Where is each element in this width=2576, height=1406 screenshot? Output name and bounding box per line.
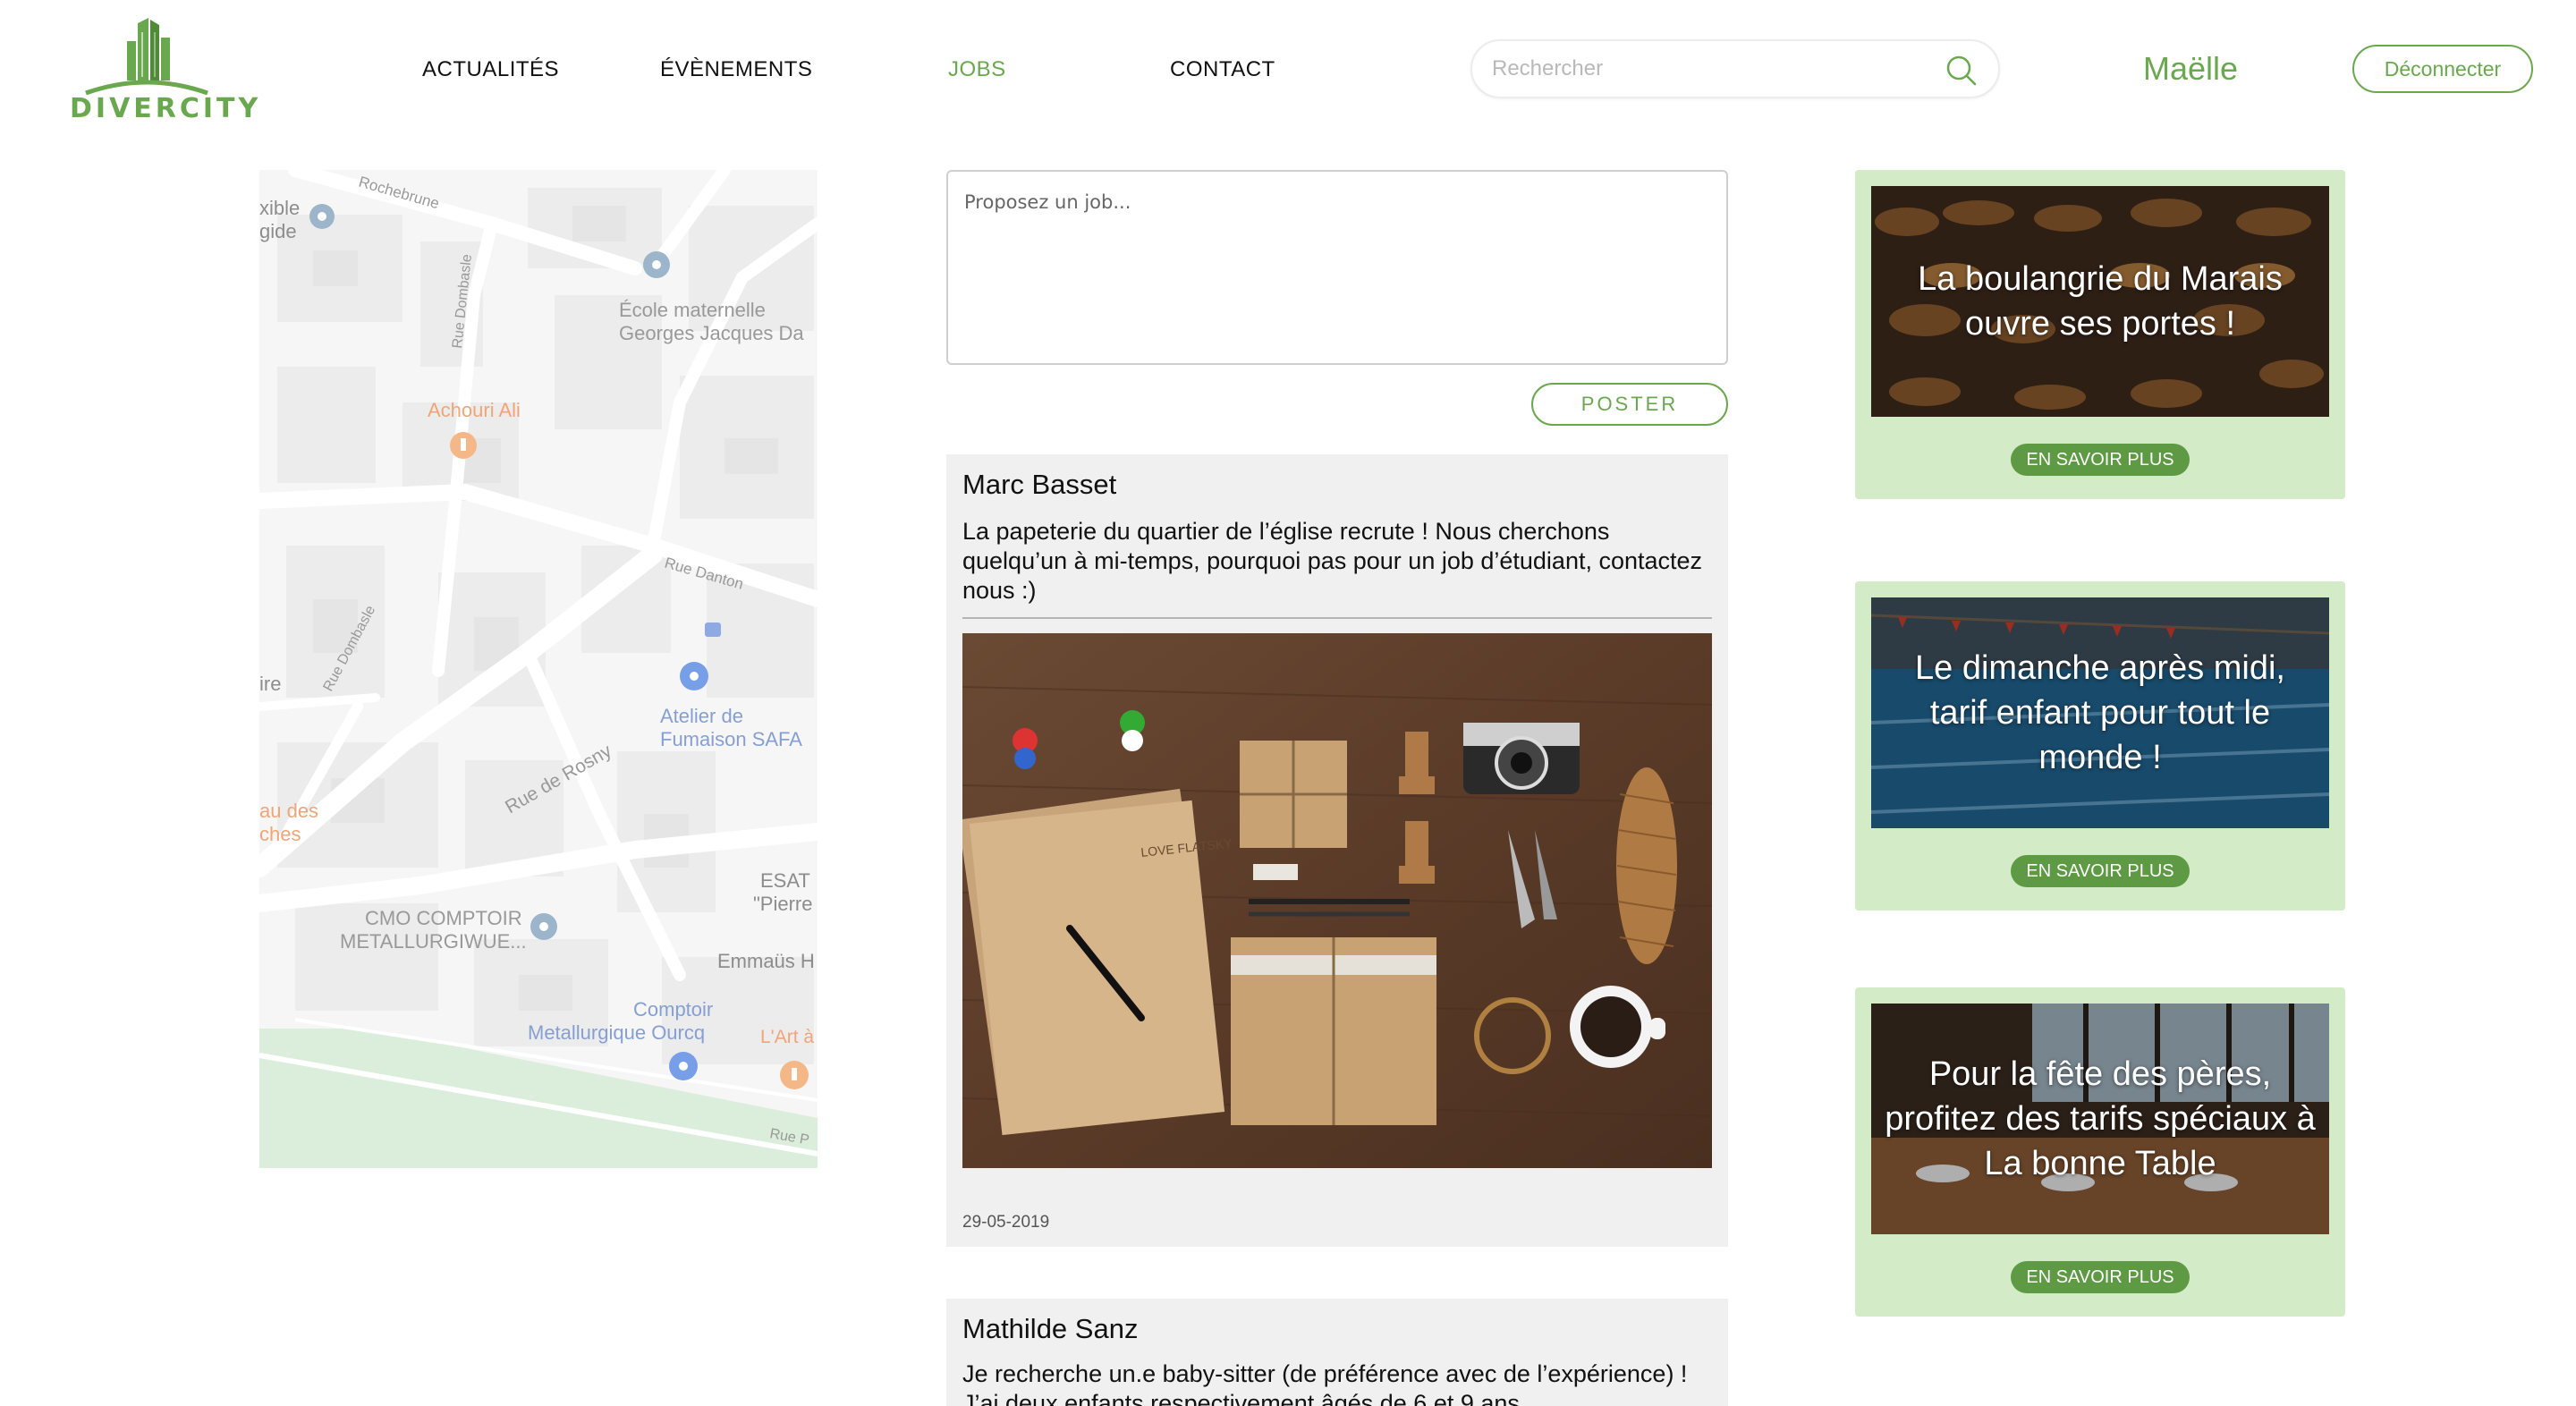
search-icon[interactable]	[1945, 54, 1979, 88]
news-title: La boulangrie du Marais ouvre ses portes…	[1918, 260, 2283, 343]
neighborhood-map[interactable]: xible gide Rochebrune Rue Dombasle École…	[259, 170, 818, 1168]
map-canvas: xible gide Rochebrune Rue Dombasle École…	[259, 170, 818, 1168]
job-proposal-input[interactable]	[948, 172, 1726, 363]
job-post-card: Marc Basset La papeterie du quartier de …	[946, 454, 1728, 1247]
post-date: 29-05-2019	[962, 1213, 1050, 1232]
news-image-restaurant[interactable]: Pour la fête des pères, profitez des tar…	[1871, 1004, 2329, 1234]
read-more-button[interactable]: EN SAVOIR PLUS	[2011, 1261, 2190, 1293]
news-title: Pour la fête des pères, profitez des tar…	[1885, 1055, 2316, 1182]
nav-actualites[interactable]: ACTUALITÉS	[422, 57, 559, 82]
job-post-card: Mathilde Sanz Je recherche un.e baby-sit…	[946, 1299, 1728, 1406]
post-button[interactable]: POSTER	[1531, 383, 1728, 426]
post-text: Je recherche un.e baby-sitter (de préfér…	[962, 1360, 1688, 1406]
nav-contact[interactable]: CONTACT	[1170, 57, 1275, 82]
read-more-button[interactable]: EN SAVOIR PLUS	[2011, 855, 2190, 887]
post-photo[interactable]: LOVE FLATSKY	[962, 633, 1712, 1168]
stationery-flatlay-image: LOVE FLATSKY	[962, 633, 1712, 1168]
post-author[interactable]: Marc Basset	[962, 469, 1116, 501]
nav-evenements[interactable]: ÉVÈNEMENTS	[660, 57, 812, 82]
news-title: Le dimanche après midi, tarif enfant pou…	[1915, 649, 2285, 776]
news-card: La boulangrie du Marais ouvre ses portes…	[1855, 170, 2345, 499]
logo-text: DIVERCITY	[70, 93, 262, 124]
news-image-pool[interactable]: Le dimanche après midi, tarif enfant pou…	[1871, 597, 2329, 828]
job-composer	[946, 170, 1728, 365]
search-input[interactable]	[1492, 50, 1921, 88]
news-card: Le dimanche après midi, tarif enfant pou…	[1855, 581, 2345, 911]
news-image-bakery[interactable]: La boulangrie du Marais ouvre ses portes…	[1871, 186, 2329, 417]
news-card: Pour la fête des pères, profitez des tar…	[1855, 987, 2345, 1317]
logout-button[interactable]: Déconnecter	[2352, 45, 2533, 93]
divercity-logo[interactable]: DIVERCITY	[70, 16, 262, 125]
post-text: La papeterie du quartier de l’église rec…	[962, 518, 1703, 604]
search-bar	[1470, 39, 2000, 98]
read-more-button[interactable]: EN SAVOIR PLUS	[2011, 444, 2190, 476]
post-author[interactable]: Mathilde Sanz	[962, 1313, 1138, 1345]
post-divider	[962, 617, 1712, 619]
user-name[interactable]: Maëlle	[2143, 50, 2238, 88]
city-skyline-icon	[85, 18, 208, 96]
nav-jobs[interactable]: JOBS	[948, 57, 1006, 82]
